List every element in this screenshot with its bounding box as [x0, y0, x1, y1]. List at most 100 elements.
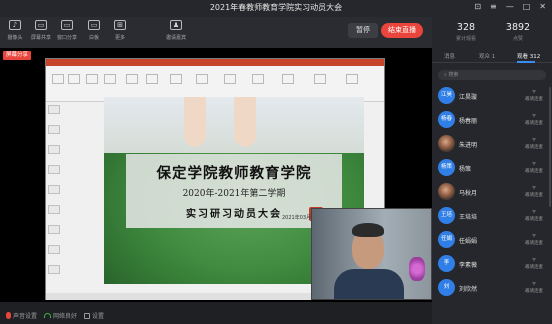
title-bar: 2021年春教师教育学院实习动员大会 ⊡ ≡ — □ ✕ [0, 0, 552, 17]
invite-mic-icon: ᯤ [531, 281, 537, 287]
settings-button[interactable]: 设置 [84, 311, 104, 320]
screen-share-icon: ▭ [35, 20, 47, 30]
invite-mic-icon: ᯤ [531, 233, 537, 239]
search-input[interactable]: ⌕ 搜索 [438, 70, 546, 80]
list-item[interactable]: 李李素薇 ᯤ 邀请连麦 [432, 252, 552, 276]
avatar: 江昊 [438, 87, 455, 104]
invite-mic-label: 邀请连麦 [525, 169, 543, 174]
wifi-icon [44, 313, 51, 318]
participant-name: 马秋月 [459, 190, 478, 197]
network-status[interactable]: 网络良好 [44, 311, 77, 320]
flower-decoration [409, 257, 425, 281]
avatar: 王培 [438, 207, 455, 224]
bottom-status-bar: 声音设置 网络良好 设置 [0, 302, 432, 324]
invite-mic-button[interactable]: ᯤ 邀请连麦 [522, 161, 546, 175]
avatar: 任娟 [438, 231, 455, 248]
invite-mic-button[interactable]: ᯤ 邀请连麦 [522, 113, 546, 127]
pin-icon[interactable]: ⊡ [474, 2, 481, 11]
window-share-icon: ▭ [61, 20, 73, 30]
participant-name: 杨策 [459, 166, 472, 173]
likes-count: 3892 点赞 [505, 22, 531, 42]
list-item[interactable]: 刘刘欣然 ᯤ 邀请连麦 [432, 276, 552, 300]
close-icon[interactable]: ✕ [539, 2, 546, 11]
participant-name: 江昊璇 [459, 94, 478, 101]
tab-viewers[interactable]: 观看 312 [517, 52, 540, 60]
avatar: 李 [438, 255, 455, 272]
participant-name: 刘欣然 [459, 286, 478, 293]
end-live-button[interactable]: 结束直播 [381, 23, 423, 38]
window-controls: ⊡ ≡ — □ ✕ [474, 2, 546, 11]
invite-mic-button[interactable]: ᯤ 邀请连麦 [522, 89, 546, 103]
screen-share-button[interactable]: ▭ 屏幕共享 [28, 20, 54, 41]
participant-name: 朱进明 [459, 142, 478, 149]
whiteboard-button[interactable]: ▭ 白板 [81, 20, 107, 41]
list-item[interactable]: 江昊 江昊璇 ᯤ 邀请连麦 [432, 84, 552, 108]
tab-audience[interactable]: 观众 1 [479, 52, 495, 60]
invite-mic-label: 邀请连麦 [525, 265, 543, 270]
invite-mic-label: 邀请连麦 [525, 289, 543, 294]
participant-name: 杨春丽 [459, 118, 478, 125]
list-item[interactable]: 朱进明 ᯤ 邀请连麦 [432, 132, 552, 156]
invite-icon: ♟ [170, 20, 182, 30]
invite-mic-icon: ᯤ [531, 137, 537, 143]
list-item[interactable]: 王培 王培培 ᯤ 邀请连麦 [432, 204, 552, 228]
camera-button[interactable]: ♪ 摄像头 [2, 20, 28, 41]
gear-icon [84, 312, 90, 319]
menu-icon[interactable]: ≡ [490, 2, 497, 11]
presenter-camera-feed[interactable] [311, 208, 432, 300]
scrollbar[interactable] [549, 87, 551, 207]
invite-mic-button[interactable]: ᯤ 邀请连麦 [522, 281, 546, 295]
camera-icon: ♪ [9, 20, 21, 30]
list-item[interactable]: 马秋月 ᯤ 邀请连麦 [432, 180, 552, 204]
pause-button[interactable]: 暂停 [348, 23, 378, 38]
list-item[interactable]: 任娟 任娟娟 ᯤ 邀请连麦 [432, 228, 552, 252]
slide-title: 保定学院教师教育学院 [156, 165, 312, 182]
avatar: 杨策 [438, 159, 455, 176]
tab-messages[interactable]: 消息 [444, 52, 455, 60]
window-share-button[interactable]: ▭ 窗口分享 [54, 20, 80, 41]
invite-mic-icon: ᯤ [531, 113, 537, 119]
panel-tabs: 消息 观众 1 观看 312 [432, 49, 552, 63]
avatar: 杨春 [438, 111, 455, 128]
list-item[interactable]: 杨春 杨春丽 ᯤ 邀请连麦 [432, 108, 552, 132]
right-panel: 328 累计观看 3892 点赞 消息 观众 1 观看 312 ⌕ 搜索 江昊江… [432, 17, 552, 324]
screen-share-badge: 屏幕分享 [3, 51, 32, 60]
ppt-title-bar [46, 59, 384, 66]
participant-name: 李素薇 [459, 262, 478, 269]
invite-mic-button[interactable]: ᯤ 邀请连麦 [522, 185, 546, 199]
avatar: 刘 [438, 279, 455, 296]
total-views: 328 累计观看 [455, 22, 476, 42]
slide-hand-left [184, 97, 206, 147]
minimize-icon[interactable]: — [506, 2, 514, 11]
invite-mic-label: 邀请连麦 [525, 145, 543, 150]
more-button[interactable]: ⊞ 更多 [107, 20, 133, 41]
invite-mic-icon: ᯤ [531, 161, 537, 167]
participant-name: 王培培 [459, 214, 478, 221]
invite-mic-button[interactable]: ᯤ 邀请连麦 [522, 209, 546, 223]
invite-mic-label: 邀请连麦 [525, 97, 543, 102]
invite-mic-button[interactable]: ᯤ 邀请连麦 [522, 233, 546, 247]
invite-guest-button[interactable]: ♟ 邀请嘉宾 [163, 20, 189, 41]
invite-mic-icon: ᯤ [531, 257, 537, 263]
participant-list: 江昊 江昊璇 ᯤ 邀请连麦 杨春 杨春丽 ᯤ 邀请连麦 朱进明 ᯤ 邀请连麦 杨策 杨策 ᯤ 邀请连麦 马秋月… [432, 84, 552, 300]
ppt-slide-thumbnails [48, 105, 62, 295]
slide-term: 2020年-2021年第二学期 [182, 189, 286, 199]
more-icon: ⊞ [114, 20, 126, 30]
invite-mic-button[interactable]: ᯤ 邀请连麦 [522, 257, 546, 271]
whiteboard-icon: ▭ [88, 20, 100, 30]
mic-icon [6, 312, 11, 319]
slide-hand-right [234, 97, 256, 147]
invite-mic-label: 邀请连麦 [525, 241, 543, 246]
avatar [438, 183, 455, 200]
active-tab-indicator [517, 61, 535, 63]
invite-mic-button[interactable]: ᯤ 邀请连麦 [522, 137, 546, 151]
invite-mic-label: 邀请连麦 [525, 121, 543, 126]
avatar [438, 135, 455, 152]
window-title: 2021年春教师教育学院实习动员大会 [209, 3, 343, 12]
invite-mic-icon: ᯤ [531, 185, 537, 191]
list-item[interactable]: 杨策 杨策 ᯤ 邀请连麦 [432, 156, 552, 180]
audio-settings-button[interactable]: 声音设置 [6, 311, 37, 320]
maximize-icon[interactable]: □ [523, 2, 531, 11]
invite-mic-icon: ᯤ [531, 209, 537, 215]
invite-mic-icon: ᯤ [531, 89, 537, 95]
